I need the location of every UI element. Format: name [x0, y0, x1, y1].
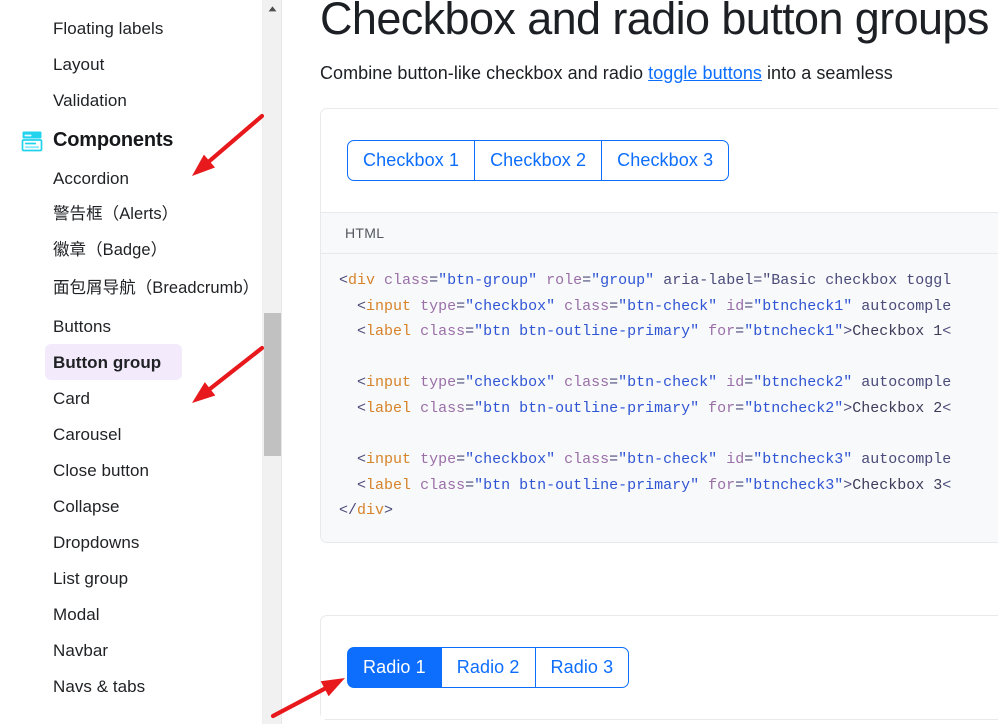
sidebar-item-collapse[interactable]: Collapse — [0, 488, 262, 524]
radio-toggle-button-3[interactable]: Radio 3 — [534, 647, 630, 688]
sidebar-item-floating-labels[interactable]: Floating labels — [0, 10, 262, 46]
html-source-code: <div class="btn-group" role="group" aria… — [339, 272, 952, 520]
radio-btn-group[interactable]: Radio 1 Radio 2 Radio 3 — [347, 647, 630, 688]
code-tab-html[interactable]: HTML — [321, 212, 998, 254]
scroll-up-arrow-icon[interactable] — [263, 0, 281, 18]
sidebar-scrollbar-thumb[interactable] — [264, 313, 281, 456]
sidebar-section-components[interactable]: Components — [0, 118, 262, 160]
toggle-buttons-link[interactable]: toggle buttons — [648, 63, 762, 83]
sidebar-item-list-group[interactable]: List group — [0, 560, 262, 596]
checkbox-toggle-button-3[interactable]: Checkbox 3 — [601, 140, 730, 181]
sidebar-item-breadcrumb[interactable]: 面包屑导航（Breadcrumb） — [0, 268, 262, 308]
sidebar-item-layout[interactable]: Layout — [0, 46, 262, 82]
sidebar-item-carousel[interactable]: Carousel — [0, 416, 262, 452]
checkbox-btn-group[interactable]: Checkbox 1 Checkbox 2 Checkbox 3 — [347, 140, 730, 181]
sidebar-nav: Floating labels Layout Validation Componen… — [0, 0, 262, 724]
sidebar-item-dropdowns[interactable]: Dropdowns — [0, 524, 262, 560]
page-title: Checkbox and radio button groups — [320, 0, 989, 44]
sidebar-item-navs-tabs[interactable]: Navs & tabs — [0, 668, 262, 704]
page-subtitle: Combine button-like checkbox and radio t… — [320, 60, 893, 86]
sidebar-forms-group: Floating labels Layout Validation — [0, 10, 262, 118]
radio-toggle-button-2[interactable]: Radio 2 — [440, 647, 536, 688]
sidebar-item-card[interactable]: Card — [0, 380, 262, 416]
main-content: Checkbox and radio button groups Combine… — [282, 0, 998, 724]
sidebar-item-accordion[interactable]: Accordion — [0, 160, 262, 196]
subtitle-text-after: into a seamless — [761, 63, 893, 83]
sidebar-item-close-button[interactable]: Close button — [0, 452, 262, 488]
sidebar-item-modal[interactable]: Modal — [0, 596, 262, 632]
code-block-body: <div class="btn-group" role="group" aria… — [321, 254, 998, 542]
checkbox-toggle-button-2[interactable]: Checkbox 2 — [474, 140, 603, 181]
sidebar-scrollbar-track[interactable] — [262, 0, 281, 724]
checkbox-example-preview: Checkbox 1 Checkbox 2 Checkbox 3 — [321, 109, 998, 212]
sidebar-item-button-group[interactable]: Button group — [45, 344, 182, 380]
sidebar-item-navbar[interactable]: Navbar — [0, 632, 262, 668]
sidebar-item-alerts[interactable]: 警告框（Alerts） — [0, 196, 262, 232]
subtitle-text-before: Combine button-like checkbox and radio — [320, 63, 649, 83]
checkbox-toggle-button-1[interactable]: Checkbox 1 — [347, 140, 476, 181]
sidebar-item-validation[interactable]: Validation — [0, 82, 262, 118]
sidebar-section-label: Components — [53, 129, 174, 151]
components-card-icon — [21, 130, 43, 152]
sidebar-item-buttons[interactable]: Buttons — [0, 308, 262, 344]
page-root: Floating labels Layout Validation Componen… — [0, 0, 998, 724]
radio-example-preview: Radio 1 Radio 2 Radio 3 — [321, 616, 998, 719]
radio-toggle-button-1[interactable]: Radio 1 — [347, 647, 442, 688]
sidebar-item-badge[interactable]: 徽章（Badge） — [0, 232, 262, 268]
checkbox-example-card: Checkbox 1 Checkbox 2 Checkbox 3 HTML <div… — [320, 108, 998, 543]
sidebar-components-group: Accordion 警告框（Alerts） 徽章（Badge） 面包屑导航（Bread… — [0, 160, 262, 704]
radio-example-card: Radio 1 Radio 2 Radio 3 — [320, 615, 998, 720]
